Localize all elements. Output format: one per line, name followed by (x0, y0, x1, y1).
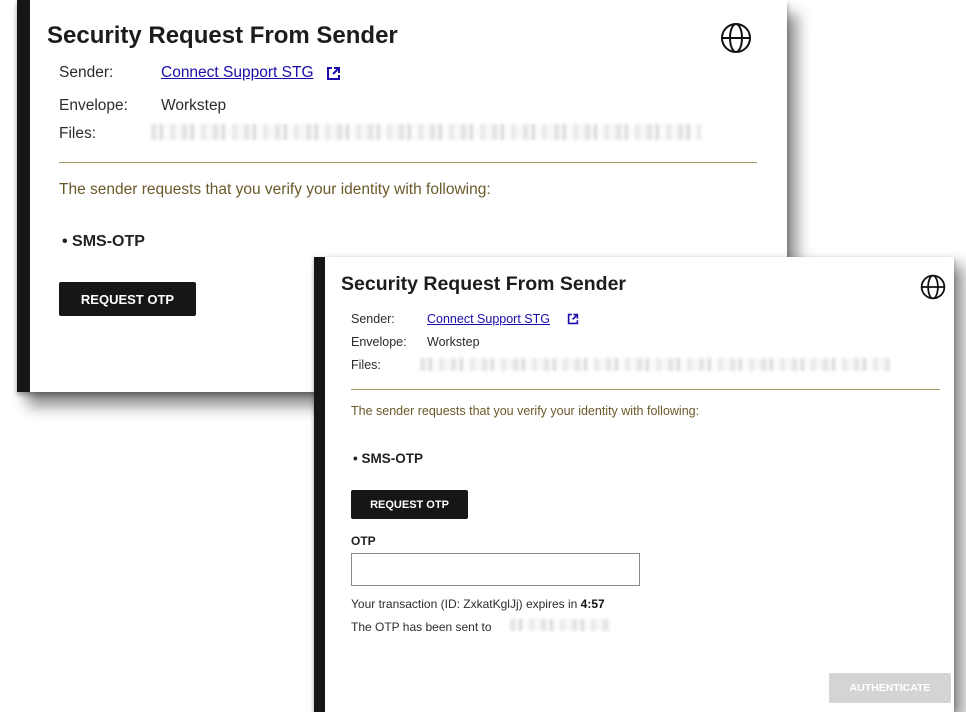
sender-link[interactable]: Connect Support STG (161, 64, 314, 82)
files-label: Files: (59, 125, 97, 142)
otp-label: OTP (351, 534, 376, 548)
request-text: The sender requests that you verify your… (59, 181, 491, 198)
authenticate-button[interactable]: AUTHENTICATE (829, 673, 951, 703)
otp-input[interactable] (351, 553, 640, 586)
request-text: The sender requests that you verify your… (351, 404, 700, 418)
external-link-icon[interactable] (326, 66, 341, 81)
divider (351, 389, 940, 390)
security-request-card-front: Security Request From Sender Sender: Con… (314, 257, 954, 712)
request-otp-button[interactable]: REQUEST OTP (351, 490, 468, 519)
method-item: • SMS-OTP (62, 233, 145, 250)
divider (59, 162, 757, 163)
page-title: Security Request From Sender (47, 22, 398, 49)
envelope-label: Envelope: (351, 335, 407, 349)
sender-label: Sender: (59, 64, 114, 81)
external-link-icon[interactable] (567, 313, 579, 325)
files-redacted (151, 124, 701, 140)
envelope-value: Workstep (427, 335, 480, 349)
files-redacted (420, 358, 890, 371)
request-otp-button[interactable]: REQUEST OTP (59, 282, 196, 316)
sender-link[interactable]: Connect Support STG (427, 312, 550, 326)
transaction-expiry: Your transaction (ID: ZxkatKglJj) expire… (351, 597, 605, 611)
countdown: 4:57 (580, 597, 605, 611)
sender-label: Sender: (351, 312, 395, 326)
phone-redacted (510, 619, 610, 631)
page-title: Security Request From Sender (341, 273, 626, 295)
envelope-label: Envelope: (59, 97, 128, 114)
envelope-value: Workstep (161, 97, 227, 114)
globe-icon[interactable] (720, 22, 752, 54)
method-item: • SMS-OTP (353, 451, 423, 466)
files-label: Files: (351, 358, 381, 372)
globe-icon[interactable] (920, 274, 946, 300)
otp-sent-text: The OTP has been sent to (351, 620, 492, 634)
transaction-text: Your transaction (ID: ZxkatKglJj) expire… (351, 597, 581, 611)
